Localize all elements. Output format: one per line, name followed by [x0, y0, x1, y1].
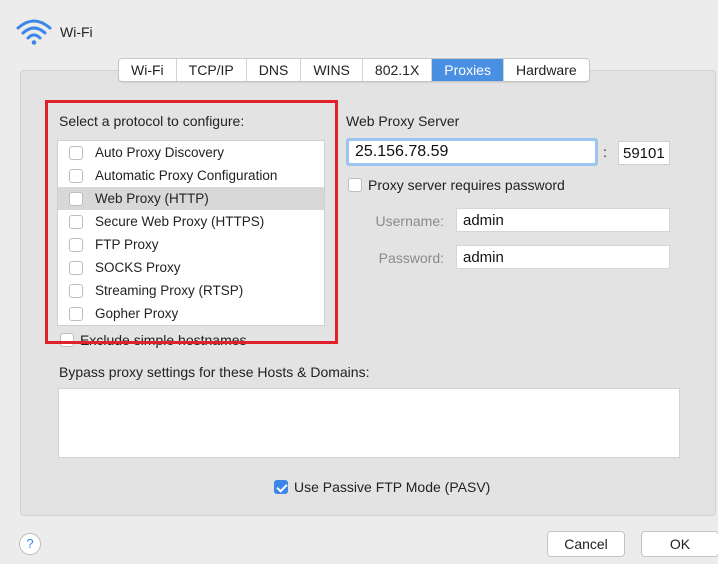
web-proxy-server-label: Web Proxy Server: [346, 113, 460, 129]
window-title: Wi-Fi: [60, 24, 93, 40]
tab-bar: Wi-Fi TCP/IP DNS WINS 802.1X Proxies Har…: [118, 58, 590, 82]
wifi-icon: [16, 19, 52, 45]
passive-ftp-checkbox[interactable]: [274, 480, 288, 494]
cancel-button[interactable]: Cancel: [547, 531, 625, 557]
tab-wins[interactable]: WINS: [301, 59, 363, 81]
highlight-annotation: [45, 100, 338, 344]
password-field[interactable]: [456, 245, 670, 269]
bypass-hosts-textarea[interactable]: [58, 388, 680, 458]
passive-ftp-label: Use Passive FTP Mode (PASV): [294, 479, 491, 495]
password-label: Password:: [378, 250, 444, 266]
tab-8021x[interactable]: 802.1X: [363, 59, 433, 81]
passive-ftp-option[interactable]: Use Passive FTP Mode (PASV): [274, 479, 490, 495]
tab-proxies[interactable]: Proxies: [432, 59, 504, 81]
requires-password-label: Proxy server requires password: [368, 177, 565, 193]
tab-hardware[interactable]: Hardware: [504, 59, 589, 81]
help-button[interactable]: ?: [19, 533, 41, 555]
ok-button[interactable]: OK: [641, 531, 718, 557]
port-separator: :: [603, 144, 607, 160]
username-label: Username:: [375, 213, 444, 229]
requires-password-checkbox[interactable]: [348, 178, 362, 192]
bypass-label: Bypass proxy settings for these Hosts & …: [59, 364, 370, 380]
username-field[interactable]: [456, 208, 670, 232]
proxy-port-input[interactable]: [618, 141, 670, 165]
tab-tcpip[interactable]: TCP/IP: [177, 59, 247, 81]
requires-password-option[interactable]: Proxy server requires password: [348, 177, 565, 193]
window-header: Wi-Fi: [16, 18, 93, 46]
protocol-list-label: Select a protocol to configure:: [59, 113, 245, 129]
tab-wifi[interactable]: Wi-Fi: [119, 59, 177, 81]
proxy-server-input[interactable]: [346, 138, 598, 166]
tab-dns[interactable]: DNS: [247, 59, 302, 81]
